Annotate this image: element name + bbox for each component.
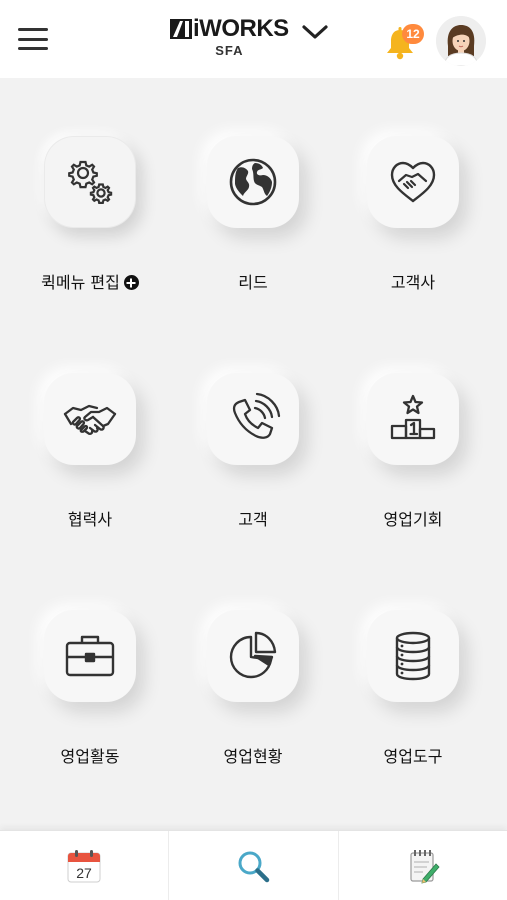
menu-tile-quick-menu-edit[interactable]: 퀵메뉴 편집 xyxy=(20,136,160,336)
bottom-nav-search[interactable] xyxy=(169,831,339,900)
logo-text: iWORKS xyxy=(193,15,289,42)
gears-icon xyxy=(68,160,113,204)
icon-box xyxy=(207,610,299,702)
pie-chart-icon xyxy=(229,631,277,679)
search-icon xyxy=(238,851,270,882)
menu-tile-sales-opportunity[interactable]: 영업기회 xyxy=(343,373,483,573)
user-avatar[interactable] xyxy=(436,16,486,66)
menu-tile-label: 고객 xyxy=(238,510,268,529)
app-header: iWORKS SFA 12 xyxy=(0,0,507,78)
podium-icon xyxy=(390,394,436,440)
memo-icon xyxy=(410,849,440,884)
icon-box xyxy=(367,373,459,465)
bottom-nav-calendar[interactable]: 27 xyxy=(0,831,170,900)
heart-handshake-icon xyxy=(390,161,436,203)
handshake-icon xyxy=(63,404,117,435)
menu-tile-client-company[interactable]: 고객사 xyxy=(343,136,483,336)
notification-badge[interactable]: 12 xyxy=(402,24,424,44)
menu-tile-label: 영업현황 xyxy=(223,747,283,766)
menu-tile-label: 영업활동 xyxy=(60,747,120,766)
menu-tile-label: 영업기회 xyxy=(383,510,443,529)
app-logo: iWORKS SFA xyxy=(170,16,289,58)
menu-tile-label: 고객사 xyxy=(390,273,436,292)
menu-tile-label: 협력사 xyxy=(67,510,113,529)
globe-icon xyxy=(229,158,277,206)
icon-box xyxy=(44,373,136,465)
app-switcher[interactable]: iWORKS SFA xyxy=(170,16,329,62)
calendar-icon: 27 xyxy=(67,849,101,882)
menu-tile-label: 영업도구 xyxy=(383,747,443,766)
icon-box xyxy=(207,373,299,465)
menu-tile-sales-tools[interactable]: 영업도구 xyxy=(343,610,483,810)
plus-circle-icon[interactable] xyxy=(123,275,139,290)
menu-tile-partner[interactable]: 협력사 xyxy=(20,373,160,573)
icon-box xyxy=(367,136,459,228)
icon-box xyxy=(44,136,136,228)
logo-subtext: SFA xyxy=(215,43,244,58)
icon-box xyxy=(44,610,136,702)
chevron-down-icon[interactable] xyxy=(301,24,329,40)
quick-menu-grid: 퀵메뉴 편집 리드 고객사 협력사 고객 영업기회 영업활동 영업현황 영업도구 xyxy=(0,78,507,828)
menu-tile-sales-status[interactable]: 영업현황 xyxy=(183,610,323,810)
calendar-day: 27 xyxy=(76,865,92,881)
bottom-navigation: 27 xyxy=(0,830,507,900)
menu-tile-sales-activity[interactable]: 영업활동 xyxy=(20,610,160,810)
menu-tile-lead[interactable]: 리드 xyxy=(183,136,323,336)
briefcase-icon xyxy=(65,635,115,677)
icon-box xyxy=(207,136,299,228)
menu-tile-label: 리드 xyxy=(238,273,268,292)
database-icon xyxy=(395,631,431,681)
phone-icon xyxy=(232,392,281,439)
menu-tile-label: 퀵메뉴 편집 xyxy=(20,269,160,293)
bottom-nav-memo[interactable] xyxy=(339,831,507,900)
menu-tile-customer[interactable]: 고객 xyxy=(183,373,323,573)
hamburger-menu-icon[interactable] xyxy=(18,28,48,50)
avatar-portrait-icon xyxy=(436,16,486,66)
icon-box xyxy=(367,610,459,702)
logo-mark-icon xyxy=(170,19,192,39)
